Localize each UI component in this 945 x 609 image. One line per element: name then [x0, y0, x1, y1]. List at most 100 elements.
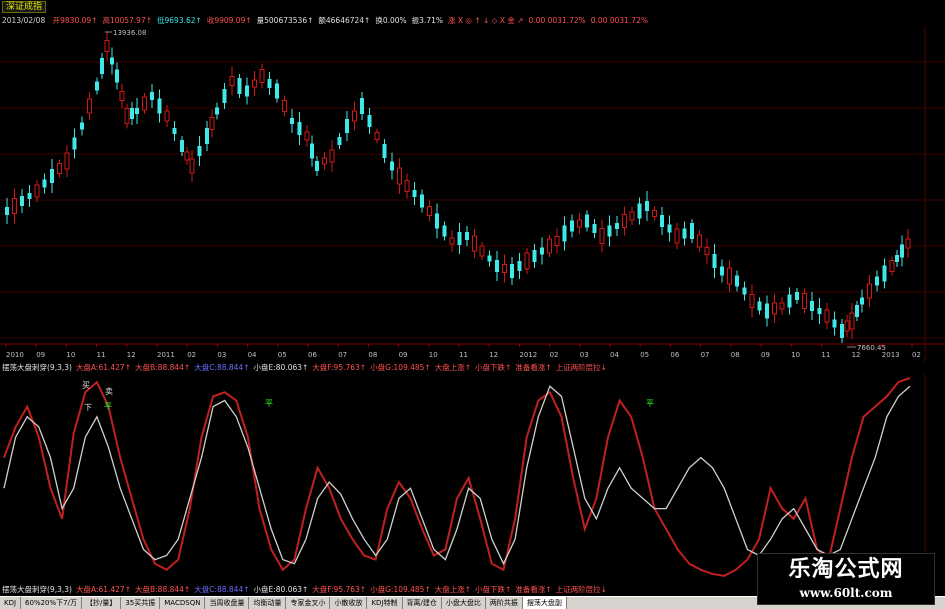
indicator-tab[interactable]: 小盘大盘比 [442, 597, 486, 609]
candle [172, 121, 177, 141]
candle [824, 303, 830, 329]
candle [570, 214, 574, 238]
indicator-tab[interactable]: KDJ特制 [367, 597, 403, 609]
indicator-tab[interactable]: 均衡动量 [249, 597, 287, 609]
candle [80, 116, 84, 136]
index-title[interactable]: 深证成指 [2, 1, 47, 13]
candle [510, 257, 514, 285]
candle [855, 301, 859, 321]
candle [615, 216, 619, 236]
candle [329, 140, 335, 172]
signal-marker: 平 [646, 399, 654, 408]
candle [42, 173, 47, 194]
indicator-tab[interactable]: 35买共振 [121, 597, 161, 609]
indicator-tab[interactable]: 60%20%下7/万 [21, 597, 82, 609]
candlestick-series [5, 31, 911, 343]
indicator-tab[interactable]: 摆荡大盘副 [522, 597, 567, 609]
candle [367, 108, 372, 134]
candle [562, 216, 567, 251]
time-axis-label: 06 [670, 351, 679, 359]
candle [667, 215, 672, 242]
time-axis-label: 07 [701, 351, 710, 359]
quote-field: 额46646724↑ [318, 16, 371, 25]
candle [259, 63, 265, 89]
indicator-tab[interactable]: 两阶共振 [486, 597, 523, 609]
indicator-tab[interactable]: 当周收盘量 [205, 597, 250, 609]
time-axis-label: 08 [368, 351, 377, 359]
candle [742, 281, 747, 301]
indicator-value: 大盘C:88.844↑ [194, 585, 250, 594]
candle [577, 213, 582, 234]
indicator-value: 大盘B:88.844↑ [135, 363, 191, 372]
candle [337, 133, 342, 149]
candle [682, 221, 687, 246]
time-axis: 2010 09 10 11 12 2011 02 03 04 05 06 07 08 09 10 11 12 20… [5, 344, 921, 359]
candle [810, 292, 814, 320]
candle [660, 207, 664, 235]
indicator-tab[interactable]: 背离/建仓 [403, 597, 442, 609]
indicator-value: 大盘B:88.844↑ [135, 585, 191, 594]
candle [817, 298, 822, 324]
time-axis-label: 03 [580, 351, 589, 359]
indicator-tab[interactable]: KDJ [0, 597, 22, 609]
candle [875, 270, 879, 292]
signal-markers: 买卖下 平 平 平 [82, 381, 654, 412]
time-axis-label: 06 [308, 351, 317, 359]
candle [487, 250, 492, 267]
price-chart[interactable]: 13936.08 7660.45 2010 09 10 11 12 2011 02 03 04 0… [0, 26, 945, 362]
indicator-tab[interactable]: 小散收放 [330, 597, 368, 609]
candle [889, 256, 895, 276]
candle [12, 188, 17, 224]
quote-info-line: 2013/02/08 开9830.09↑ 高10057.97↑ 低9693.62↑ 收… [2, 15, 942, 26]
candle [157, 89, 162, 123]
candle [867, 275, 872, 307]
candle [374, 128, 380, 144]
time-axis-label: 12 [127, 351, 136, 359]
candle [345, 111, 349, 141]
time-axis-label: 12 [852, 351, 861, 359]
candle [832, 311, 837, 336]
candle [607, 215, 612, 247]
candle [315, 156, 319, 176]
candle [779, 297, 785, 315]
candle [495, 251, 499, 281]
candle [629, 207, 635, 225]
indicator-value: 上证两阶层拉↓ [555, 363, 607, 372]
indicator-value: 小盘E:80.063↑ [253, 585, 309, 594]
price-grid [0, 26, 945, 362]
candle [100, 53, 104, 79]
indicator-tab[interactable]: 专家金叉小 [286, 597, 331, 609]
candle [180, 136, 184, 156]
indicator-value: 大盘A:61.427↑ [75, 363, 131, 372]
site-watermark: 乐淘公式网 www.60lt.com [757, 553, 935, 605]
candle [749, 284, 755, 318]
candle [599, 219, 605, 253]
quote-header: 深证成指 2013/02/08 开9830.09↑ 高10057.97↑ 低9693… [0, 0, 945, 26]
time-axis-label: 2010 [6, 351, 24, 359]
indicator-value: 大盘A:61.427↑ [75, 585, 131, 594]
signal-marker: 平 [265, 399, 273, 408]
time-axis-label: 09 [399, 351, 408, 359]
indicator-value: 大盘F:95.763↑ [312, 363, 367, 372]
candle [390, 152, 394, 180]
candle [637, 197, 642, 225]
indicator-value: 小盘G:109.485↑ [370, 363, 431, 372]
candle [479, 242, 485, 260]
candle [622, 206, 627, 236]
candle [652, 206, 657, 221]
candle [540, 237, 544, 265]
indicator-tab[interactable]: 【抄/量】 [82, 597, 122, 609]
indicator-value: 摆荡大盘刺穿(9,3,3) [2, 585, 72, 594]
time-axis-label: 02 [187, 351, 196, 359]
indicator-tab[interactable]: MACDSQN [160, 597, 206, 609]
indicator-value: 大盘上涨↑ [434, 363, 472, 372]
candle [142, 93, 147, 114]
quote-field: 量500673536↑ [256, 16, 314, 25]
candle [840, 319, 844, 343]
candle [115, 62, 119, 90]
candle [34, 180, 40, 202]
candle [844, 315, 850, 337]
candle [50, 159, 54, 193]
candle [465, 226, 469, 246]
candle [222, 83, 227, 109]
